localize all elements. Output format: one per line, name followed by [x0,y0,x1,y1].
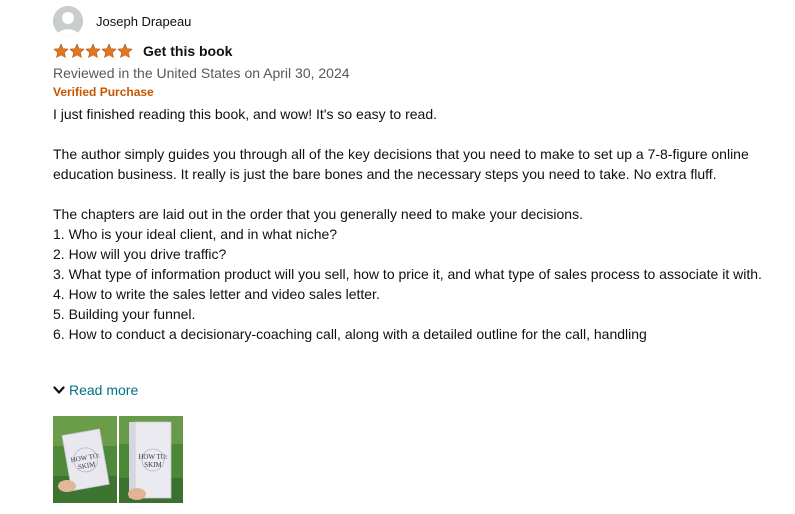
star-rating[interactable] [53,43,133,59]
read-more-button[interactable]: Read more [53,380,788,400]
verified-purchase-badge[interactable]: Verified Purchase [53,84,788,100]
review-paragraph-spacer [53,124,788,144]
avatar[interactable] [53,6,83,36]
text-fade-overlay [53,366,788,380]
review-paragraph-spacer [53,184,788,204]
book-photo-image: HOW TO: SKIM [119,416,183,503]
read-more-label: Read more [69,382,139,398]
star-icon [85,43,101,58]
review-image-thumbnail[interactable]: HOW TO: SKIM [53,416,117,503]
star-icon [69,43,85,58]
review-paragraph-3: The chapters are laid out in the order t… [53,206,762,342]
review-image-thumbnail[interactable]: HOW TO: SKIM [119,416,183,503]
review-body: I just finished reading this book, and w… [53,104,788,380]
review-images: HOW TO: SKIM HOW TO: SKIM [53,416,788,503]
reviewer-name[interactable]: Joseph Drapeau [96,14,191,29]
rating-row: Get this book [53,41,788,61]
review-paragraph-2: The author simply guides you through all… [53,146,753,182]
book-photo-image: HOW TO: SKIM [53,416,117,503]
cover-title-line-1: HOW TO: [138,453,167,461]
reviewer-profile[interactable]: Joseph Drapeau [53,4,788,38]
customer-review: Joseph Drapeau Get this book Reviewed in… [53,4,788,503]
review-date: Reviewed in the United States on April 3… [53,65,350,81]
chevron-down-icon [53,386,65,394]
review-paragraph-1: I just finished reading this book, and w… [53,106,437,122]
default-user-avatar-icon [53,6,83,36]
star-icon [53,43,69,58]
star-icon [117,43,133,58]
review-title[interactable]: Get this book [143,43,232,59]
star-icon [101,43,117,58]
cover-title-line-2: SKIM [144,461,162,469]
